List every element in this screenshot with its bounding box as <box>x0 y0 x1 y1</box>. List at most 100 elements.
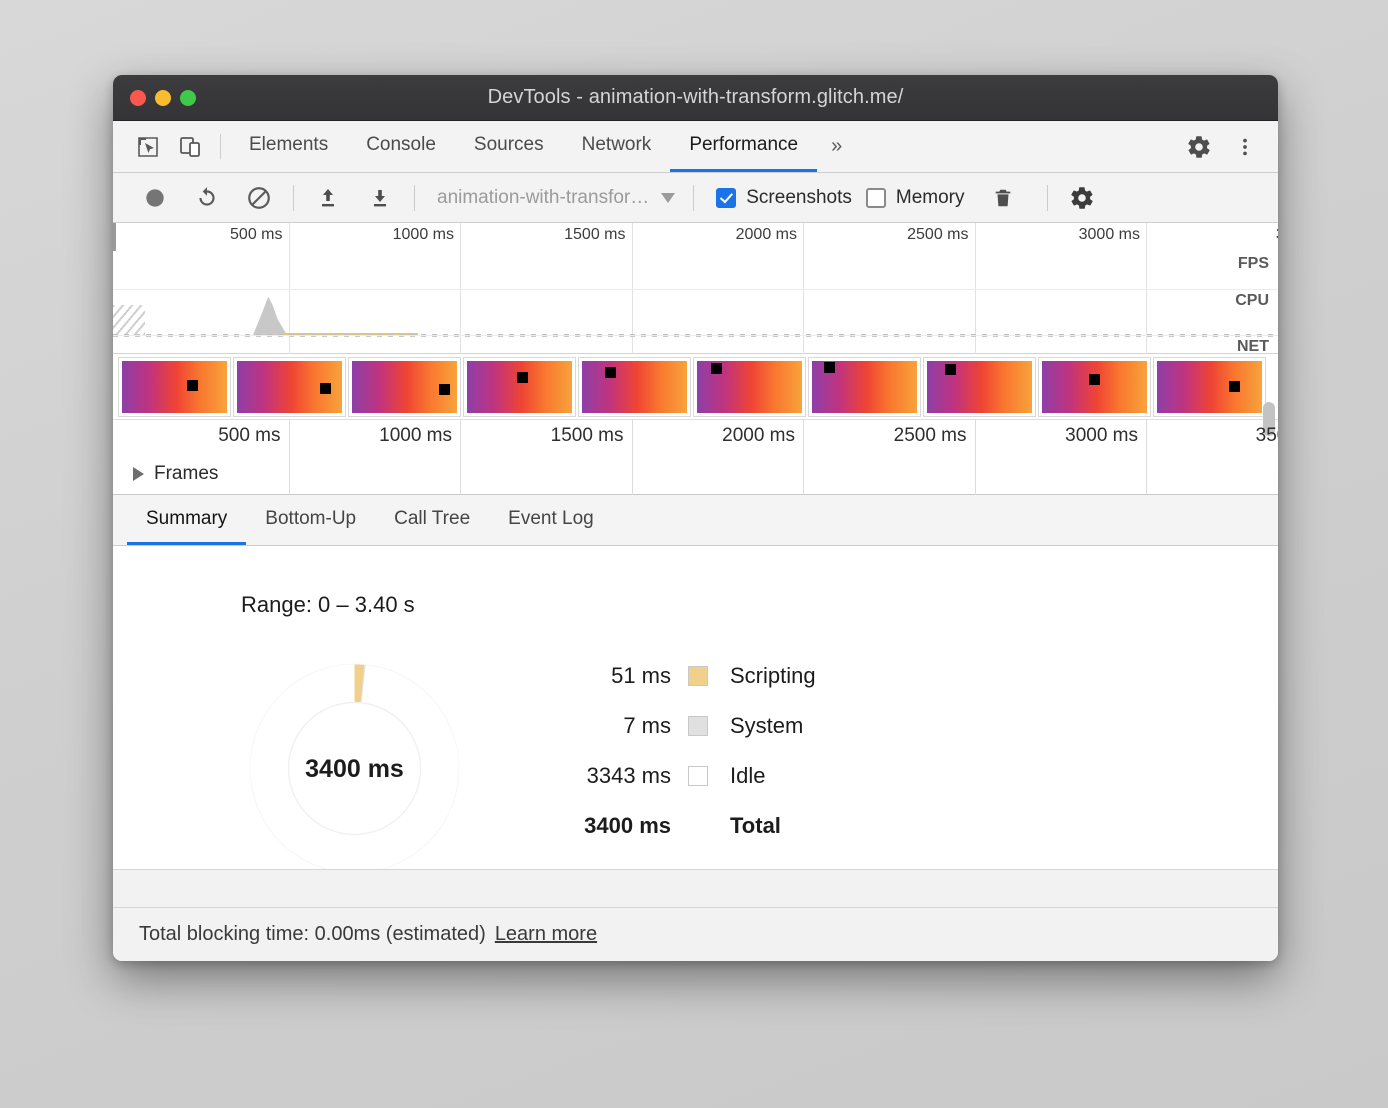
title-bar: DevTools - animation-with-transform.glit… <box>113 75 1278 121</box>
filmstrip-frame[interactable] <box>578 357 691 417</box>
frames-gridline <box>975 454 976 495</box>
memory-checkbox-box[interactable] <box>866 188 886 208</box>
overview-row-cpu: CPU <box>113 289 1278 335</box>
clear-prohibited-icon[interactable] <box>233 173 285 223</box>
memory-label: Memory <box>896 187 965 209</box>
timeline-tick-label: 2500 ms <box>894 425 967 447</box>
more-tabs-icon[interactable]: » <box>817 121 856 172</box>
legend-total-label: Total <box>708 813 781 839</box>
toolbar-divider <box>293 185 294 211</box>
memory-checkbox[interactable]: Memory <box>866 187 965 209</box>
toolbar-divider <box>220 134 221 159</box>
overview-tick-label: 1500 ms <box>564 226 625 244</box>
tab-sources[interactable]: Sources <box>455 121 563 172</box>
filmstrip-frame-image <box>582 361 687 413</box>
legend-value: 3343 ms <box>568 763 688 789</box>
filmstrip-frame[interactable] <box>1153 357 1266 417</box>
animated-square <box>945 364 956 375</box>
tab-summary[interactable]: Summary <box>127 495 246 545</box>
screenshots-checkbox[interactable]: Screenshots <box>716 187 852 209</box>
legend-value: 51 ms <box>568 663 688 689</box>
download-arrow-icon[interactable] <box>354 173 406 223</box>
tab-call-tree[interactable]: Call Tree <box>375 495 489 545</box>
record-circle-icon[interactable] <box>129 173 181 223</box>
frames-track[interactable]: Frames <box>113 454 1278 495</box>
filmstrip-frame[interactable] <box>693 357 806 417</box>
gear-icon[interactable] <box>1176 121 1222 173</box>
legend-row-total: 3400 ms Total <box>568 801 816 851</box>
tab-bottom-up[interactable]: Bottom-Up <box>246 495 375 545</box>
filmstrip-frame[interactable] <box>1038 357 1151 417</box>
overview-row-net: NET <box>113 335 1278 354</box>
filmstrip-frame-image <box>1042 361 1147 413</box>
capture-settings-gear-icon[interactable] <box>1056 173 1108 223</box>
screenshots-checkbox-box[interactable] <box>716 188 736 208</box>
animated-square <box>1089 374 1100 385</box>
trash-icon[interactable] <box>977 173 1029 223</box>
filmstrip-frame-image <box>122 361 227 413</box>
frames-gridline <box>289 454 290 495</box>
filmstrip-frame[interactable] <box>923 357 1036 417</box>
timeline-tick-label: 2000 ms <box>722 425 795 447</box>
recording-select[interactable]: animation-with-transfor… <box>423 187 685 209</box>
legend-swatch <box>688 666 708 686</box>
zoom-button[interactable] <box>180 90 196 106</box>
performance-toolbar: animation-with-transfor… Screenshots Mem… <box>113 173 1278 223</box>
device-toolbar-icon[interactable] <box>169 121 211 172</box>
tab-elements[interactable]: Elements <box>230 121 347 172</box>
legend-row[interactable]: 51 msScripting <box>568 651 816 701</box>
overview-tick-label: 500 ms <box>230 226 282 244</box>
reload-record-icon[interactable] <box>181 173 233 223</box>
fps-label: FPS <box>1238 255 1269 273</box>
recording-select-value: animation-with-transfor… <box>437 187 649 209</box>
timeline-tick-label: 1000 ms <box>379 425 452 447</box>
timeline-tick: 500 ms <box>289 420 290 454</box>
devtools-window: DevTools - animation-with-transform.glit… <box>113 75 1278 961</box>
tab-network[interactable]: Network <box>563 121 671 172</box>
inspect-element-icon[interactable] <box>127 121 169 172</box>
frames-label: Frames <box>154 463 218 485</box>
filmstrip-frame[interactable] <box>118 357 231 417</box>
cpu-label: CPU <box>1235 292 1269 310</box>
timeline-tick: 1500 ms <box>632 420 633 454</box>
panel-bottom-strip <box>113 869 1278 907</box>
tab-performance[interactable]: Performance <box>670 121 817 172</box>
screenshots-label: Screenshots <box>746 187 852 209</box>
overview-tick-label: 2500 ms <box>907 226 968 244</box>
overview-tick-label: 3000 ms <box>1079 226 1140 244</box>
legend-row[interactable]: 3343 ms Idle <box>568 751 816 801</box>
legend-total-value: 3400 ms <box>568 813 688 839</box>
filmstrip[interactable] <box>113 354 1278 420</box>
chevron-right-icon[interactable] <box>133 467 144 481</box>
window-title: DevTools - animation-with-transform.glit… <box>113 86 1278 109</box>
filmstrip-frame[interactable] <box>808 357 921 417</box>
net-baseline <box>113 336 1278 337</box>
legend-row[interactable]: 7 msSystem <box>568 701 816 751</box>
donut-center-label: 3400 ms <box>305 755 404 783</box>
summary-panel: Range: 0 – 3.40 s 3400 ms 51 msScripting… <box>113 546 1278 869</box>
filmstrip-frame[interactable] <box>463 357 576 417</box>
filmstrip-frame[interactable] <box>233 357 346 417</box>
more-vertical-icon[interactable] <box>1222 121 1268 173</box>
frames-gridline <box>460 454 461 495</box>
learn-more-link[interactable]: Learn more <box>495 923 597 946</box>
filmstrip-frame-image <box>352 361 457 413</box>
timeline-time-ruler: 500 ms 1000 ms 1500 ms 2000 ms 2500 ms 3000 m… <box>113 420 1278 454</box>
toolbar-divider <box>1047 185 1048 211</box>
upload-arrow-icon[interactable] <box>302 173 354 223</box>
legend-swatch <box>688 766 708 786</box>
timeline-tick-label: 3000 ms <box>1065 425 1138 447</box>
animated-square <box>517 372 528 383</box>
filmstrip-frame-image <box>927 361 1032 413</box>
timeline-tick: 1000 ms <box>460 420 461 454</box>
minimize-button[interactable] <box>155 90 171 106</box>
tab-console[interactable]: Console <box>347 121 455 172</box>
filmstrip-frame[interactable] <box>348 357 461 417</box>
legend-label: Idle <box>708 763 765 789</box>
filmstrip-frame-image <box>467 361 572 413</box>
tab-strip-actions <box>1157 121 1278 172</box>
tab-event-log[interactable]: Event Log <box>489 495 613 545</box>
close-button[interactable] <box>130 90 146 106</box>
legend-value: 7 ms <box>568 713 688 739</box>
timeline-overview[interactable]: 500 ms1000 ms1500 ms2000 ms2500 ms3000 m… <box>113 223 1278 354</box>
